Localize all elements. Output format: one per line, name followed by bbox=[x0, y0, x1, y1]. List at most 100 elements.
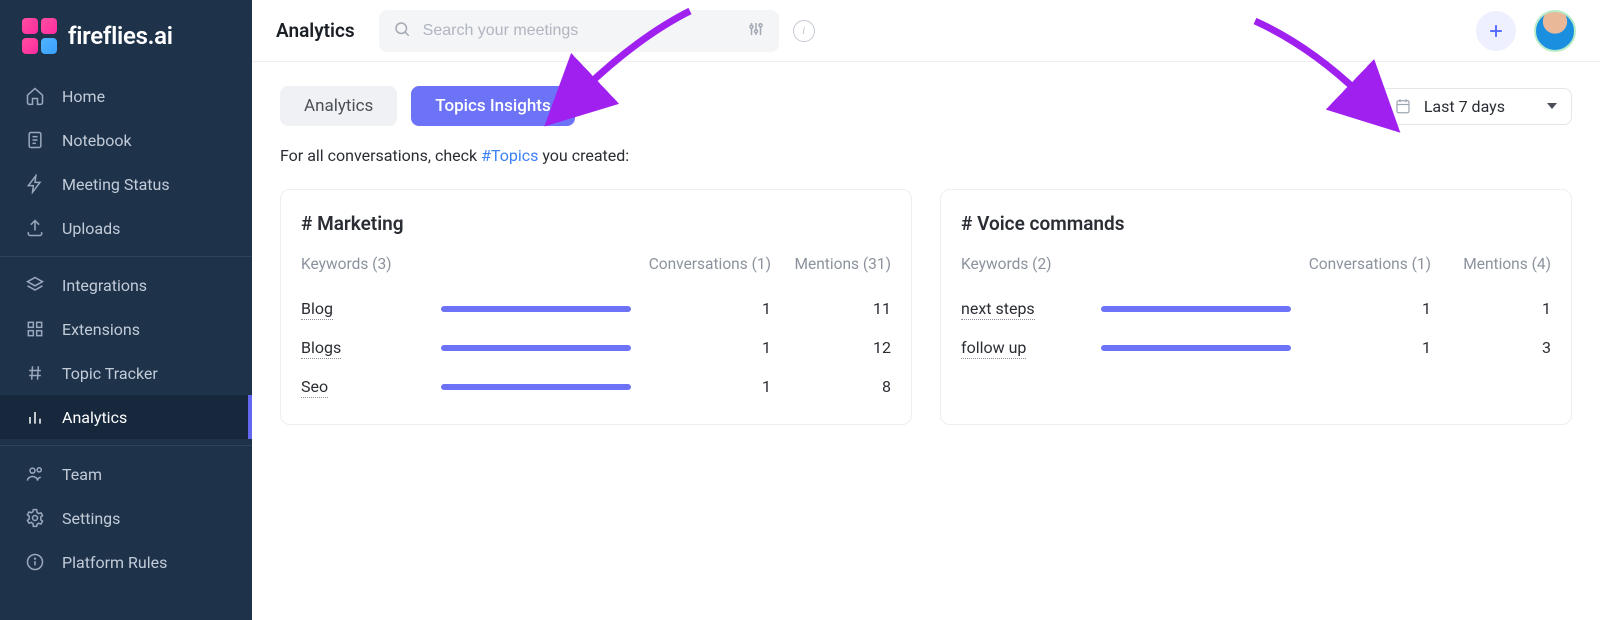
nav-group-2: Team Settings Platform Rules bbox=[0, 452, 252, 584]
tab-analytics[interactable]: Analytics bbox=[280, 86, 397, 126]
nav-divider bbox=[0, 256, 252, 257]
main: Analytics Topics Insights Last 7 days Fo… bbox=[252, 62, 1600, 620]
hash-icon bbox=[24, 362, 46, 384]
calendar-icon bbox=[1394, 97, 1412, 115]
chevron-down-icon bbox=[1547, 103, 1557, 109]
conversations-value: 1 bbox=[641, 377, 771, 396]
nav-group-1: Integrations Extensions Topic Tracker An… bbox=[0, 263, 252, 439]
sidebar-item-home[interactable]: Home bbox=[0, 74, 252, 118]
mentions-value: 1 bbox=[1431, 299, 1551, 318]
keyword[interactable]: Seo bbox=[301, 377, 441, 396]
brand-name: fireflies.ai bbox=[68, 22, 173, 50]
card-voice-commands: # Voice commands Keywords (2) Conversati… bbox=[940, 189, 1572, 425]
col-conversations: Conversations (1) bbox=[641, 255, 771, 273]
conversations-value: 1 bbox=[641, 299, 771, 318]
date-range-label: Last 7 days bbox=[1424, 97, 1505, 116]
logo-mark bbox=[22, 18, 58, 54]
gear-icon bbox=[24, 507, 46, 529]
sidebar-item-label: Settings bbox=[62, 509, 120, 528]
keyword[interactable]: Blogs bbox=[301, 338, 441, 357]
conversations-value: 1 bbox=[1301, 338, 1431, 357]
keyword[interactable]: next steps bbox=[961, 299, 1101, 318]
date-range-picker[interactable]: Last 7 days bbox=[1379, 88, 1572, 125]
card-rows: next steps11follow up13 bbox=[961, 289, 1551, 367]
analytics-icon bbox=[24, 406, 46, 428]
grid-icon bbox=[24, 318, 46, 340]
sidebar-item-label: Topic Tracker bbox=[62, 364, 158, 383]
card-columns: Keywords (2) Conversations (1) Mentions … bbox=[961, 255, 1551, 273]
info-icon bbox=[24, 551, 46, 573]
sidebar-item-extensions[interactable]: Extensions bbox=[0, 307, 252, 351]
keyword-row: Blogs 112 bbox=[301, 328, 891, 367]
tab-row: Analytics Topics Insights Last 7 days bbox=[280, 86, 1572, 126]
sidebar-item-analytics[interactable]: Analytics bbox=[0, 395, 252, 439]
card-rows: Blog111Blogs112Seo18 bbox=[301, 289, 891, 406]
upload-icon bbox=[24, 217, 46, 239]
team-icon bbox=[24, 463, 46, 485]
col-mentions: Mentions (31) bbox=[771, 255, 891, 273]
sidebar-item-notebook[interactable]: Notebook bbox=[0, 118, 252, 162]
sidebar-item-uploads[interactable]: Uploads bbox=[0, 206, 252, 250]
tab-topics-insights[interactable]: Topics Insights bbox=[411, 86, 574, 126]
home-icon bbox=[24, 85, 46, 107]
card-title: # Marketing bbox=[301, 212, 891, 235]
header-right bbox=[1476, 10, 1576, 52]
sidebar-item-label: Extensions bbox=[62, 320, 140, 339]
header: Analytics i bbox=[252, 0, 1600, 62]
keyword[interactable]: follow up bbox=[961, 338, 1101, 357]
keyword-row: Blog 111 bbox=[301, 289, 891, 328]
bar bbox=[441, 384, 641, 390]
bar bbox=[441, 306, 641, 312]
card-columns: Keywords (3) Conversations (1) Mentions … bbox=[301, 255, 891, 273]
col-conversations: Conversations (1) bbox=[1301, 255, 1431, 273]
bolt-icon bbox=[24, 173, 46, 195]
sidebar-item-label: Platform Rules bbox=[62, 553, 167, 572]
help-icon[interactable]: i bbox=[793, 20, 815, 42]
col-keywords: Keywords (3) bbox=[301, 255, 441, 273]
keyword-row: follow up 13 bbox=[961, 328, 1551, 367]
bar bbox=[1101, 306, 1301, 312]
nav-divider bbox=[0, 445, 252, 446]
filters-icon[interactable] bbox=[747, 20, 765, 42]
sidebar-item-team[interactable]: Team bbox=[0, 452, 252, 496]
conversations-value: 1 bbox=[641, 338, 771, 357]
mentions-value: 11 bbox=[771, 299, 891, 318]
sidebar-item-label: Home bbox=[62, 87, 105, 106]
sidebar-item-label: Meeting Status bbox=[62, 175, 170, 194]
sidebar: fireflies.ai Home Notebook Meeting Statu… bbox=[0, 0, 252, 620]
col-mentions: Mentions (4) bbox=[1431, 255, 1551, 273]
layers-icon bbox=[24, 274, 46, 296]
cards: # Marketing Keywords (3) Conversations (… bbox=[280, 189, 1572, 425]
search-box[interactable] bbox=[379, 10, 779, 52]
card-title: # Voice commands bbox=[961, 212, 1551, 235]
search-icon bbox=[393, 20, 411, 42]
mentions-value: 3 bbox=[1431, 338, 1551, 357]
sidebar-item-settings[interactable]: Settings bbox=[0, 496, 252, 540]
bar bbox=[441, 345, 641, 351]
sidebar-item-label: Notebook bbox=[62, 131, 132, 150]
subtext: For all conversations, check #Topics you… bbox=[280, 146, 1572, 165]
sidebar-item-label: Integrations bbox=[62, 276, 147, 295]
nav-group-0: Home Notebook Meeting Status Uploads bbox=[0, 74, 252, 250]
page-title: Analytics bbox=[276, 19, 355, 42]
col-keywords: Keywords (2) bbox=[961, 255, 1101, 273]
sidebar-item-meeting-status[interactable]: Meeting Status bbox=[0, 162, 252, 206]
search-input[interactable] bbox=[423, 22, 735, 40]
keyword[interactable]: Blog bbox=[301, 299, 441, 318]
bar bbox=[1101, 345, 1301, 351]
card-marketing: # Marketing Keywords (3) Conversations (… bbox=[280, 189, 912, 425]
logo[interactable]: fireflies.ai bbox=[0, 0, 252, 74]
sidebar-item-label: Analytics bbox=[62, 408, 127, 427]
mentions-value: 8 bbox=[771, 377, 891, 396]
keyword-row: next steps11 bbox=[961, 289, 1551, 328]
avatar[interactable] bbox=[1534, 10, 1576, 52]
sidebar-item-label: Team bbox=[62, 465, 102, 484]
sidebar-item-label: Uploads bbox=[62, 219, 120, 238]
sidebar-item-topic-tracker[interactable]: Topic Tracker bbox=[0, 351, 252, 395]
topics-link[interactable]: #Topics bbox=[481, 146, 538, 165]
keyword-row: Seo 18 bbox=[301, 367, 891, 406]
sidebar-item-integrations[interactable]: Integrations bbox=[0, 263, 252, 307]
add-button[interactable] bbox=[1476, 11, 1516, 51]
sidebar-item-platform-rules[interactable]: Platform Rules bbox=[0, 540, 252, 584]
mentions-value: 12 bbox=[771, 338, 891, 357]
